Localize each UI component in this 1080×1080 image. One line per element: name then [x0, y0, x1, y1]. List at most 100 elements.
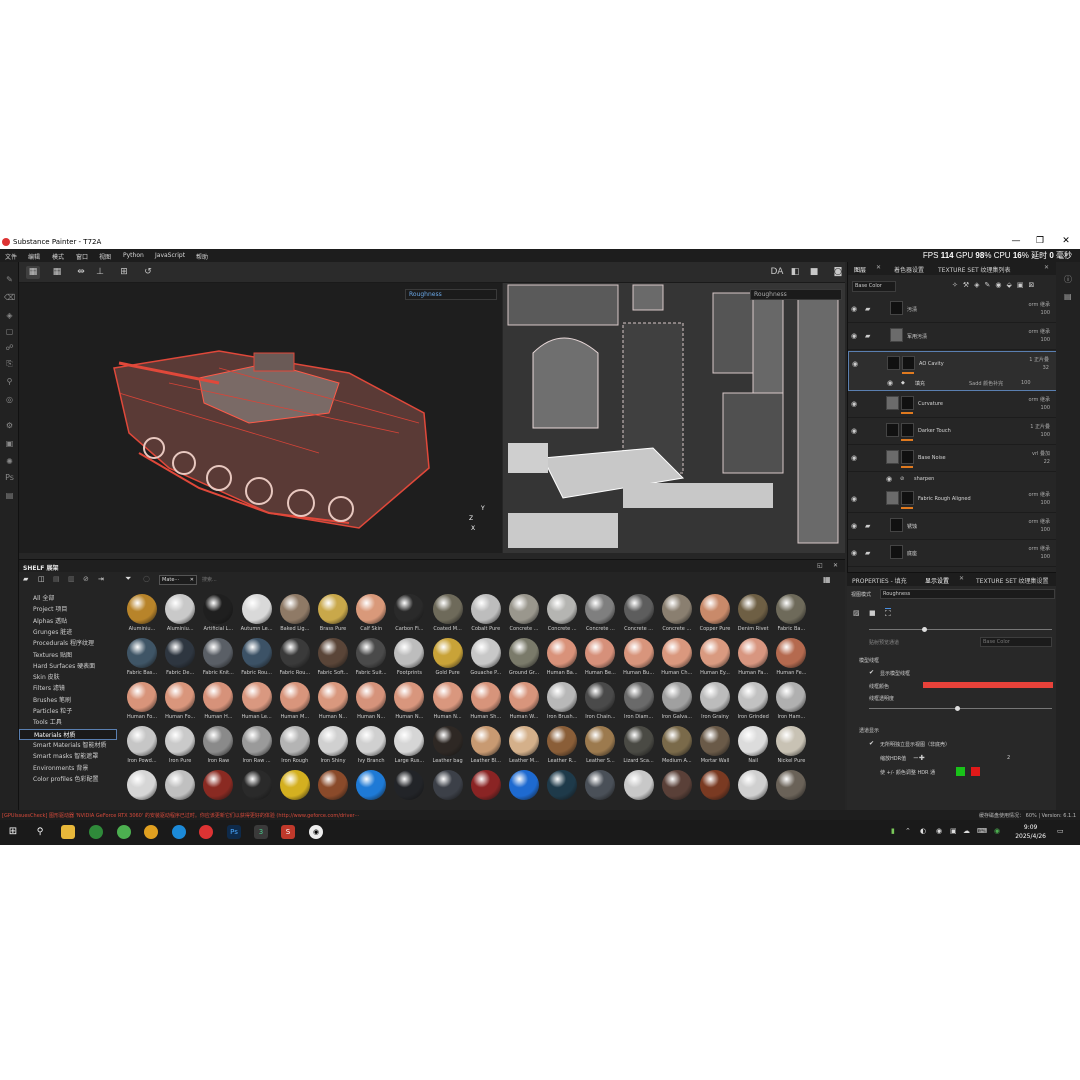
wireframe-opacity-knob[interactable] [955, 706, 960, 711]
category-item[interactable]: Color profiles 色彩配置 [33, 774, 99, 783]
layer-name[interactable]: Fabric Rough Aligned [918, 496, 971, 502]
screenshot-icon[interactable]: ◙ [831, 266, 845, 279]
material-tile[interactable]: Human Bu... [621, 638, 657, 682]
edge-icon[interactable] [172, 825, 186, 839]
material-tile[interactable] [239, 770, 275, 814]
battery-icon[interactable]: ▮ [891, 827, 895, 835]
view-mode-select[interactable]: Roughness [880, 589, 1055, 599]
material-tile[interactable]: Concrete ... [659, 594, 695, 638]
menu-python[interactable]: Python [123, 252, 144, 259]
visibility-eye-icon[interactable]: ◉ [852, 360, 858, 368]
layer-name[interactable]: 污渍 [907, 306, 917, 313]
material-tile[interactable] [200, 770, 236, 814]
material-tile[interactable]: Leather Bl... [468, 726, 504, 770]
camera-icon[interactable]: ▣ [4, 438, 15, 449]
material-tile[interactable]: Calf Skin [353, 594, 389, 638]
material-tile[interactable]: Human Ey... [697, 638, 733, 682]
material-tile[interactable]: Baked Lig... [277, 594, 313, 638]
browser-icon[interactable] [89, 825, 103, 839]
top-slider-knob[interactable] [922, 627, 927, 632]
layer-name[interactable]: Curvature [918, 401, 943, 407]
layer-name[interactable]: 锈蚀 [907, 523, 917, 530]
circle-toggle-icon[interactable]: ○ [143, 574, 150, 583]
input-method-icon[interactable]: ⌨ [977, 827, 987, 835]
material-tile[interactable]: Fabric Suit... [353, 638, 389, 682]
photoshop-export-icon[interactable]: Ps [4, 472, 15, 483]
log-icon[interactable]: ▤ [1064, 292, 1072, 301]
photoshop-icon[interactable]: Ps [227, 825, 241, 839]
material-tile[interactable]: Iron Grainy [697, 682, 733, 726]
category-item[interactable]: Project 项目 [33, 604, 67, 613]
substance-painter-icon[interactable]: S [281, 825, 295, 839]
trash-icon[interactable]: ▥ [68, 575, 75, 583]
material-tile[interactable] [430, 770, 466, 814]
material-tile[interactable] [391, 770, 427, 814]
material-tile[interactable]: Autumn Le... [239, 594, 275, 638]
visibility-eye-icon[interactable]: ◉ [851, 400, 857, 408]
category-item[interactable]: Materials 材质 [19, 728, 117, 740]
material-tile[interactable] [124, 770, 160, 814]
layer-row[interactable]: ◉ AO Cavity 1 正片叠 32 ◉ ◆ 填充 Sadd 颜色补完 100 [848, 351, 1057, 391]
shelf-search-input[interactable]: 搜索... [202, 575, 402, 585]
menu-file[interactable]: 文件 [5, 252, 17, 261]
category-item[interactable]: Environments 背景 [33, 763, 88, 772]
split-grid-icon[interactable]: ▦ [50, 266, 64, 279]
camera-icon[interactable]: ■ [869, 609, 876, 617]
material-tile[interactable]: Iron Pure [162, 726, 198, 770]
hdr-stepper[interactable]: −✚ [913, 754, 925, 762]
search-icon[interactable]: ⚲ [33, 825, 47, 839]
material-tile[interactable]: Concrete ... [544, 594, 580, 638]
material-tile[interactable]: Iron Rough [277, 726, 313, 770]
top-slider[interactable] [869, 629, 1052, 630]
wireframe-opacity-slider[interactable] [869, 708, 1052, 709]
cloud-icon[interactable]: ☁ [963, 827, 970, 835]
material-tile[interactable]: Artificial L... [200, 594, 236, 638]
layer-blend-opacity[interactable]: vrl 叠加 22 [1032, 450, 1050, 466]
material-tile[interactable]: Ground Gr... [506, 638, 542, 682]
add-view-icon[interactable]: ⊞ [117, 266, 131, 279]
filter-icon[interactable]: ⏷ [125, 574, 131, 584]
close-button[interactable]: ✕ [1056, 236, 1076, 246]
category-item[interactable]: Brushes 笔刷 [33, 695, 71, 704]
category-item[interactable]: Skin 皮肤 [33, 672, 60, 681]
material-tile[interactable]: Iron Chain... [582, 682, 618, 726]
symmetry-icon[interactable]: ⇹ [74, 266, 88, 279]
material-tile[interactable]: Leather S... [582, 726, 618, 770]
layer-row[interactable]: ◉ Curvature orm 继承 100 [848, 392, 1057, 418]
material-tile[interactable]: Aluminiu... [162, 594, 198, 638]
category-item[interactable]: Tools 工具 [33, 717, 62, 726]
material-tile[interactable] [315, 770, 351, 814]
material-tile[interactable]: Iron Raw ... [239, 726, 275, 770]
polygon-fill-icon[interactable]: ▢ [4, 326, 15, 337]
3dsmax-icon[interactable]: 3 [254, 825, 268, 839]
material-tile[interactable]: Nickel Pure [773, 726, 809, 770]
menu-javascript[interactable]: JavaScript [155, 252, 185, 259]
material-tile[interactable]: Fabric Soft... [315, 638, 351, 682]
info-icon[interactable]: ⓘ [1064, 274, 1072, 285]
new-folder-icon[interactable]: ◫ [38, 575, 45, 583]
visibility-eye-icon[interactable]: ◉ [851, 332, 857, 340]
close-tab-icon[interactable]: ✕ [959, 575, 964, 582]
layer-row[interactable]: ◉ ▰ 军用污渍 orm 继承 100 [848, 324, 1057, 350]
hdr-value[interactable]: 2 [1007, 755, 1010, 761]
material-tile[interactable]: Denim Rivet [735, 594, 771, 638]
layer-name[interactable]: Base Noise [918, 455, 946, 461]
material-tile[interactable]: Iron Raw [200, 726, 236, 770]
material-tile[interactable]: Iron Brush... [544, 682, 580, 726]
minimize-button[interactable]: — [1006, 236, 1026, 246]
layer-blend-opacity[interactable]: 1 正片叠 32 [1029, 356, 1049, 372]
category-item[interactable]: Smart Materials 智能材质 [33, 740, 106, 749]
visibility-eye-icon[interactable]: ◉ [851, 305, 857, 313]
network-icon[interactable]: ◐ [920, 827, 926, 835]
align-icon[interactable]: ⊥ [93, 266, 107, 279]
material-tile[interactable] [468, 770, 504, 814]
chip-remove-icon[interactable]: ✕ [190, 576, 194, 584]
tab-display-settings[interactable]: 显示设置 [925, 576, 949, 585]
cube-view-icon[interactable]: ◧ [788, 266, 802, 279]
layer-blend-opacity[interactable]: orm 继承 100 [1029, 545, 1051, 561]
windows-start-icon[interactable]: ⊞ [6, 825, 20, 839]
layer-name[interactable]: 底座 [907, 550, 917, 557]
material-tile[interactable]: Nail [735, 726, 771, 770]
material-tile[interactable]: Coated M... [430, 594, 466, 638]
close-tab-icon[interactable]: ✕ [1044, 264, 1049, 271]
